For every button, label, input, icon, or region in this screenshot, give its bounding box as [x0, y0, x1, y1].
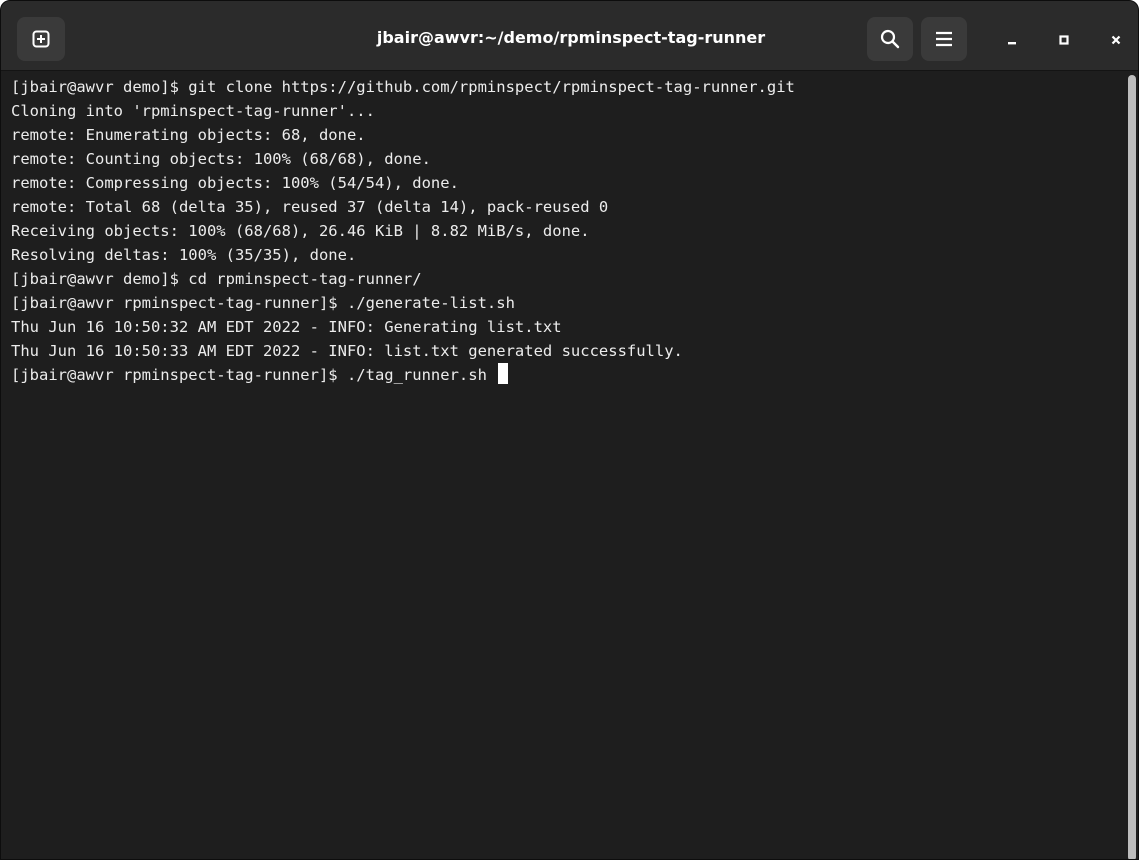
window-title: jbair@awvr:~/demo/rpminspect-tag-runner — [376, 28, 766, 47]
scrollbar[interactable] — [1128, 75, 1136, 859]
maximize-icon — [1059, 35, 1069, 45]
minimize-button[interactable] — [997, 25, 1027, 55]
text-cursor — [498, 363, 509, 384]
terminal-line: Thu Jun 16 10:50:32 AM EDT 2022 - INFO: … — [11, 318, 562, 336]
terminal-prompt-line: [jbair@awvr rpminspect-tag-runner]$ ./ta… — [11, 363, 1123, 387]
search-button[interactable] — [867, 17, 913, 61]
terminal-line: Thu Jun 16 10:50:33 AM EDT 2022 - INFO: … — [11, 342, 683, 360]
terminal-line: [jbair@awvr rpminspect-tag-runner]$ ./ge… — [11, 294, 515, 312]
terminal-line: remote: Counting objects: 100% (68/68), … — [11, 150, 431, 168]
terminal-line: Resolving deltas: 100% (35/35), done. — [11, 246, 357, 264]
terminal-line: remote: Enumerating objects: 68, done. — [11, 126, 366, 144]
terminal-line: [jbair@awvr demo]$ cd rpminspect-tag-run… — [11, 270, 422, 288]
minimize-icon — [1008, 42, 1016, 45]
terminal-output[interactable]: [jbair@awvr demo]$ git clone https://git… — [11, 75, 1123, 855]
close-button[interactable] — [1101, 25, 1131, 55]
terminal-line: Receiving objects: 100% (68/68), 26.46 K… — [11, 222, 590, 240]
terminal-line: Cloning into 'rpminspect-tag-runner'... — [11, 102, 375, 120]
maximize-button[interactable] — [1049, 25, 1079, 55]
search-icon — [880, 29, 900, 49]
terminal-line: [jbair@awvr demo]$ git clone https://git… — [11, 78, 795, 96]
hamburger-menu-icon — [936, 31, 952, 47]
terminal-window: jbair@awvr:~/demo/rpminspect-tag-runner — [0, 0, 1139, 860]
header-bar: jbair@awvr:~/demo/rpminspect-tag-runner — [1, 1, 1138, 71]
terminal-prompt-text: [jbair@awvr rpminspect-tag-runner]$ ./ta… — [11, 366, 497, 384]
terminal-line: remote: Compressing objects: 100% (54/54… — [11, 174, 459, 192]
terminal-line: remote: Total 68 (delta 35), reused 37 (… — [11, 198, 609, 216]
close-icon — [1111, 35, 1121, 45]
new-tab-icon — [32, 30, 50, 48]
main-menu-button[interactable] — [921, 17, 967, 61]
new-tab-button[interactable] — [17, 17, 65, 61]
